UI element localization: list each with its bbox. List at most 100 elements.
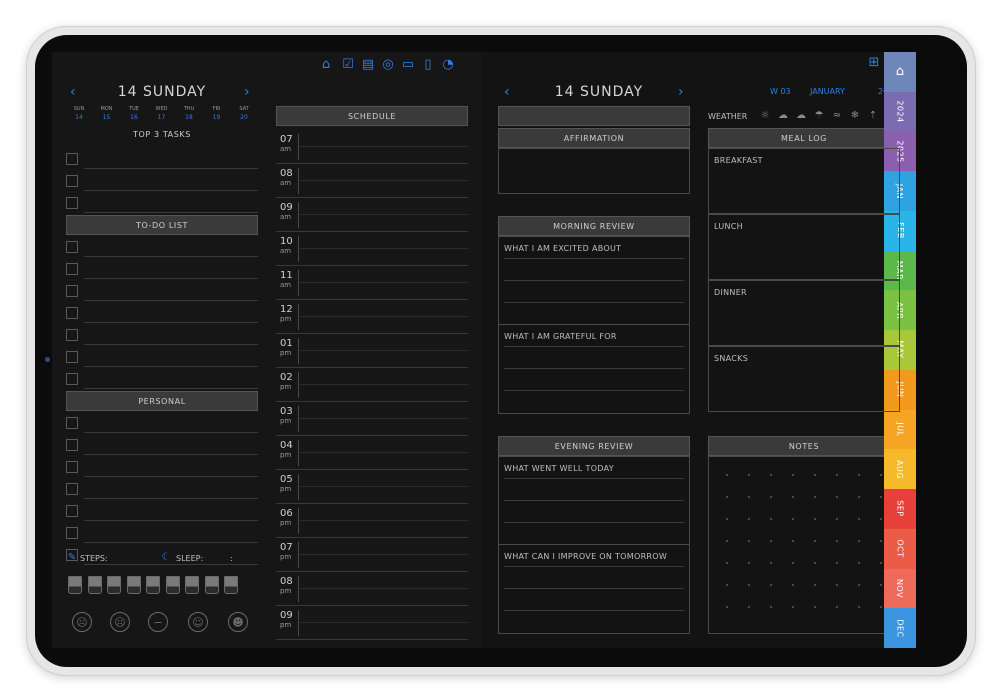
wind-icon[interactable]: ≈ xyxy=(830,110,844,122)
pie-chart-icon[interactable]: ◔ xyxy=(440,56,456,72)
schedule-row-line[interactable] xyxy=(276,537,468,538)
mood-sad-icon[interactable]: ☹ xyxy=(110,612,130,632)
weekday-wed[interactable]: WED xyxy=(149,106,175,112)
schedule-row-line[interactable] xyxy=(276,435,468,436)
top3-task-line-1[interactable] xyxy=(84,168,258,169)
todo-checkbox-1[interactable] xyxy=(66,241,78,253)
schedule-row-line[interactable] xyxy=(276,605,468,606)
next-day-arrow[interactable]: › xyxy=(244,85,250,99)
schedule-half-line[interactable] xyxy=(300,520,468,521)
personal-checkbox-4[interactable] xyxy=(66,483,78,495)
temp-up-icon[interactable]: ⇡ xyxy=(866,110,880,122)
schedule-half-line[interactable] xyxy=(300,282,468,283)
personal-checkbox-7[interactable] xyxy=(66,549,78,561)
tab-dec[interactable]: DEC xyxy=(884,608,916,648)
month-link[interactable]: JANUARY xyxy=(810,87,845,96)
todo-line-6[interactable] xyxy=(84,366,258,367)
weekday-tue[interactable]: TUE xyxy=(121,106,147,112)
wallet-icon[interactable]: ▭ xyxy=(400,56,416,72)
schedule-row-line[interactable] xyxy=(276,265,468,266)
schedule-row-line[interactable] xyxy=(276,231,468,232)
todo-line-7[interactable] xyxy=(84,388,258,389)
tab-aug[interactable]: AUG xyxy=(884,449,916,490)
personal-line-6[interactable] xyxy=(84,542,258,543)
review-line[interactable] xyxy=(504,478,684,479)
top3-task-checkbox-1[interactable] xyxy=(66,153,78,165)
weekday-sun[interactable]: SUN xyxy=(66,106,92,112)
mood-happy-icon[interactable]: ☺ xyxy=(188,612,208,632)
home-icon[interactable]: ⌂ xyxy=(896,64,904,79)
schedule-half-line[interactable] xyxy=(300,180,468,181)
affirmation-box[interactable] xyxy=(498,148,690,194)
water-glass-icon[interactable] xyxy=(165,576,180,594)
review-line[interactable] xyxy=(504,522,684,523)
schedule-half-line[interactable] xyxy=(300,350,468,351)
tab-nov[interactable]: NOV xyxy=(884,568,916,609)
tab-jul[interactable]: JUL xyxy=(884,409,916,450)
top3-task-line-2[interactable] xyxy=(84,190,258,191)
schedule-half-line[interactable] xyxy=(300,384,468,385)
document-icon[interactable]: ▯ xyxy=(420,56,436,72)
schedule-row-line[interactable] xyxy=(276,571,468,572)
personal-checkbox-5[interactable] xyxy=(66,505,78,517)
todo-checkbox-7[interactable] xyxy=(66,373,78,385)
checkbox-icon[interactable]: ☑ xyxy=(340,56,356,72)
personal-line-2[interactable] xyxy=(84,454,258,455)
personal-checkbox-6[interactable] xyxy=(66,527,78,539)
sun-icon[interactable]: ☼ xyxy=(758,110,772,122)
prev-day-arrow[interactable]: ‹ xyxy=(70,85,76,99)
weekday-date-thu[interactable]: 18 xyxy=(176,114,202,121)
schedule-row-line[interactable] xyxy=(276,503,468,504)
mood-very-happy-icon[interactable]: ☻ xyxy=(228,612,248,632)
weekday-thu[interactable]: THU xyxy=(176,106,202,112)
weekday-date-sat[interactable]: 20 xyxy=(231,114,257,121)
schedule-half-line[interactable] xyxy=(300,588,468,589)
water-glass-icon[interactable] xyxy=(146,576,160,594)
mood-neutral-icon[interactable]: − xyxy=(148,612,168,632)
partly-cloudy-icon[interactable]: ☁ xyxy=(776,110,790,122)
schedule-row-line[interactable] xyxy=(276,299,468,300)
review-line[interactable] xyxy=(504,346,684,347)
todo-checkbox-6[interactable] xyxy=(66,351,78,363)
schedule-half-line[interactable] xyxy=(300,316,468,317)
schedule-half-line[interactable] xyxy=(300,418,468,419)
personal-checkbox-1[interactable] xyxy=(66,417,78,429)
top3-task-checkbox-3[interactable] xyxy=(66,197,78,209)
personal-line-5[interactable] xyxy=(84,520,258,521)
tab-home[interactable]: ⌂ xyxy=(884,52,916,92)
weekday-date-wed[interactable]: 17 xyxy=(149,114,175,121)
water-glass-icon[interactable] xyxy=(185,576,199,594)
water-glass-icon[interactable] xyxy=(126,576,141,594)
todo-line-4[interactable] xyxy=(84,322,258,323)
review-line[interactable] xyxy=(504,610,684,611)
tab-2024[interactable]: 2024 xyxy=(884,91,916,132)
prev-day-arrow-right[interactable]: ‹ xyxy=(504,85,510,99)
review-line[interactable] xyxy=(504,302,684,303)
todo-line-1[interactable] xyxy=(84,256,258,257)
schedule-half-line[interactable] xyxy=(300,214,468,215)
weekday-date-fri[interactable]: 19 xyxy=(204,114,230,121)
personal-checkbox-3[interactable] xyxy=(66,461,78,473)
schedule-half-line[interactable] xyxy=(300,554,468,555)
notes-box[interactable] xyxy=(708,456,900,634)
schedule-row-line[interactable] xyxy=(276,639,468,640)
personal-line-3[interactable] xyxy=(84,476,258,477)
weekday-date-tue[interactable]: 16 xyxy=(121,114,147,121)
todo-checkbox-4[interactable] xyxy=(66,307,78,319)
water-glass-icon[interactable] xyxy=(87,576,102,594)
water-glass-icon[interactable] xyxy=(107,576,121,594)
weekday-mon[interactable]: MON xyxy=(94,106,120,112)
evening-review-box[interactable] xyxy=(498,456,690,634)
water-glass-icon[interactable] xyxy=(68,576,82,594)
review-line[interactable] xyxy=(504,258,684,259)
todo-line-5[interactable] xyxy=(84,344,258,345)
todo-checkbox-2[interactable] xyxy=(66,263,78,275)
clipboard-icon[interactable]: ▤ xyxy=(360,56,376,72)
schedule-half-line[interactable] xyxy=(300,248,468,249)
review-line[interactable] xyxy=(504,280,684,281)
schedule-half-line[interactable] xyxy=(300,146,468,147)
review-line[interactable] xyxy=(504,566,684,567)
weekday-sat[interactable]: SAT xyxy=(231,106,257,112)
water-glass-icon[interactable] xyxy=(224,576,238,594)
schedule-row-line[interactable] xyxy=(276,367,468,368)
